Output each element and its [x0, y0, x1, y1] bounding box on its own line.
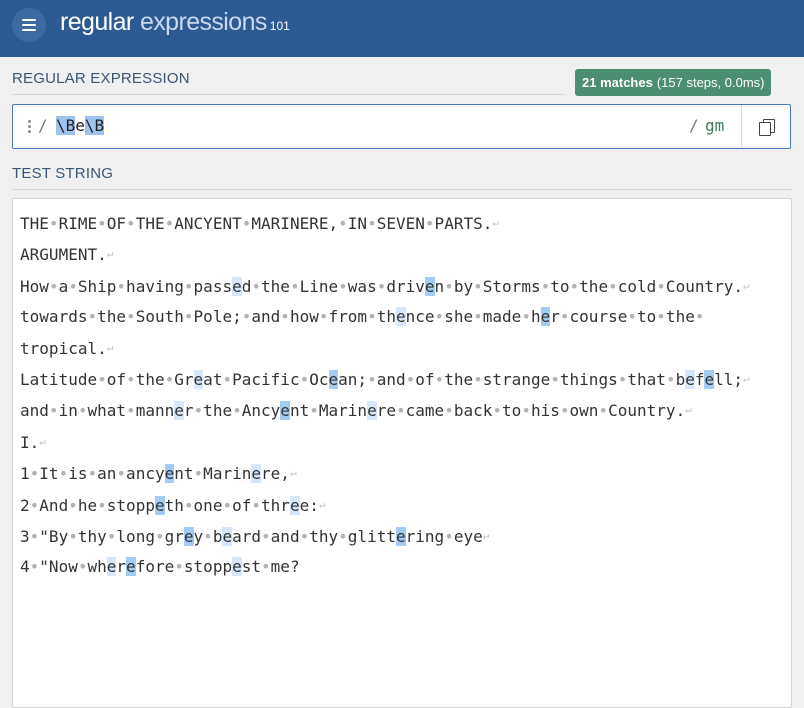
line-break-icon: ↵	[318, 497, 326, 511]
test-line: ARGUMENT.↵	[20, 245, 114, 265]
test-line: 4•​"Now•​wherefore•​stoppest•​me?	[20, 557, 300, 577]
match-highlight: e	[222, 527, 233, 547]
regex-flags[interactable]: gm	[705, 116, 724, 135]
match-highlight: e	[280, 401, 290, 421]
match-highlight: e	[540, 307, 551, 327]
test-line: and•​in•​what•​manner•​the•​Ancyent•​Mar…	[20, 401, 692, 421]
match-highlight: e	[367, 401, 377, 421]
test-section-divider	[12, 189, 792, 190]
test-line: THE•​RIME•​OF•​THE•​ANCYENT•​MARINERE,•​…	[20, 214, 500, 233]
line-break-icon: ↵	[743, 372, 750, 386]
line-break-icon: ↵	[39, 434, 46, 448]
match-highlight: e	[164, 464, 175, 484]
line-break-icon: ↵	[106, 247, 114, 261]
hamburger-icon	[22, 19, 36, 31]
line-break-icon: ↵	[106, 340, 114, 354]
match-highlight: e	[395, 307, 406, 327]
test-section-title: TEST STRING	[12, 165, 114, 182]
brand-main: regular	[60, 8, 134, 36]
regex-token: \B	[84, 116, 105, 135]
match-highlight: e	[126, 557, 136, 577]
app-logo[interactable]: regular expressions 101	[60, 8, 290, 37]
top-bar: regular expressions 101	[0, 0, 804, 57]
match-highlight: e	[251, 464, 262, 484]
match-highlight: e	[328, 370, 339, 390]
match-highlight: e	[183, 527, 194, 547]
match-highlight: e	[395, 527, 406, 547]
line-break-icon: ↵	[685, 403, 692, 417]
match-info-badge[interactable]: 21 matches (157 steps, 0.0ms)	[575, 69, 772, 96]
regex-token: e	[75, 116, 85, 135]
regex-section-divider	[12, 94, 565, 95]
test-line: 1•​It•​is•​an•​ancyent•​Marinere,↵	[20, 464, 297, 484]
drag-handle-icon[interactable]	[27, 119, 33, 135]
match-highlight: e	[232, 276, 242, 296]
line-break-icon: ↵	[289, 466, 297, 480]
line-break-icon: ↵	[482, 529, 490, 543]
test-line: 2•​And•​he•​stoppeth•​one•​of•​three:↵	[20, 495, 326, 515]
test-string-text[interactable]: THE•​RIME•​OF•​THE•​ANCYENT•​MARINERE,•​…	[20, 208, 786, 583]
test-line: I.↵	[20, 432, 46, 452]
match-count: 21 matches	[582, 75, 653, 90]
close-delimiter: /	[689, 116, 699, 135]
test-line: towards•​the•​South•​Pole;•​and•​how•​fr…	[20, 307, 705, 358]
test-line: Latitude•​of•​the•​Great•​Pacific•​Ocean…	[20, 370, 750, 390]
match-highlight: e	[289, 495, 300, 515]
line-break-icon: ↵	[743, 278, 750, 292]
menu-button[interactable]	[12, 8, 46, 42]
open-delimiter: /	[38, 116, 48, 135]
match-highlight: e	[154, 495, 165, 515]
regex-input[interactable]: \Be\B	[56, 115, 105, 137]
match-highlight: e	[232, 557, 242, 577]
copy-regex-button[interactable]	[741, 105, 791, 148]
test-line: 3•​"By•​thy•​long•​grey•​beard•​and•​thy…	[20, 527, 490, 547]
copy-icon	[758, 118, 775, 136]
match-highlight: e	[424, 276, 435, 296]
test-string-editor[interactable]: THE•​RIME•​OF•​THE•​ANCYENT•​MARINERE,•​…	[12, 198, 792, 708]
match-highlight: e	[193, 370, 204, 390]
regex-editor[interactable]: / \Be\B / gm	[12, 104, 791, 149]
match-detail: (157 steps, 0.0ms)	[656, 75, 765, 90]
test-line: How•​a•​Ship•​having•​passed•​the•​Line•…	[20, 276, 750, 296]
brand-version: 101	[269, 19, 290, 33]
match-highlight: e	[704, 370, 715, 390]
line-break-icon: ↵	[492, 216, 500, 229]
match-highlight: e	[174, 401, 184, 421]
regex-token: \B	[56, 116, 76, 135]
brand-light: expressions	[133, 8, 267, 36]
match-highlight: e	[685, 370, 695, 390]
regex-section-title: REGULAR EXPRESSION	[12, 70, 190, 87]
match-highlight: e	[106, 557, 117, 577]
